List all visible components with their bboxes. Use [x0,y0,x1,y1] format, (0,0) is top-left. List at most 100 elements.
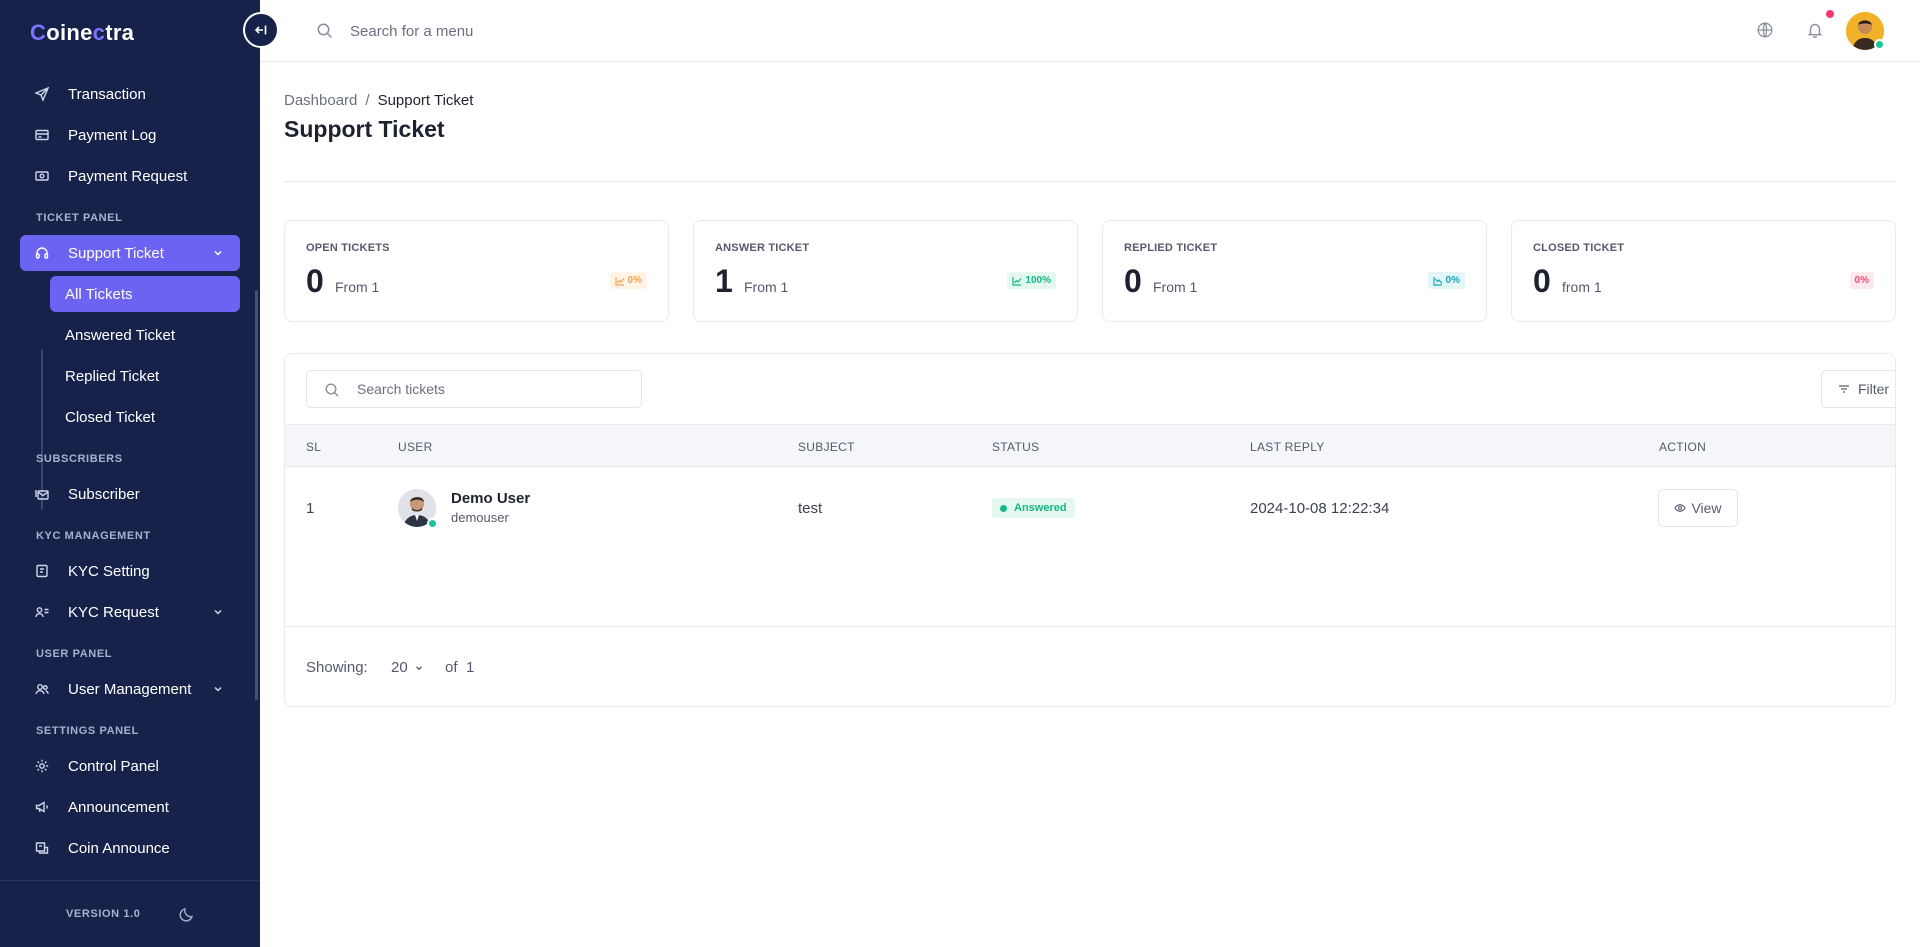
cell-subject: test [798,500,823,517]
sidebar-item-support-ticket[interactable]: Support Ticket [20,235,240,271]
sidebar-item-label: KYC Request [68,603,159,621]
mail-stack-icon [34,486,50,502]
search-icon [325,383,339,397]
topbar [260,0,1920,62]
main-content: Dashboard / Support Ticket Support Ticket … [260,62,1920,947]
sidebar-item-user-management[interactable]: User Management [20,671,240,707]
column-header-subject: SUBJECT [798,440,855,454]
ticket-search-box[interactable] [306,370,642,408]
sidebar-subitem-replied-ticket[interactable]: Replied Ticket [50,358,240,394]
online-indicator [1874,39,1885,50]
table-header: SL USER SUBJECT STATUS LAST REPLY ACTION [285,424,1895,467]
eye-icon [1674,504,1687,512]
section-label-kyc: KYC MANAGEMENT [36,530,151,542]
stat-badge: 0% [609,272,647,289]
sidebar-subitem-all-tickets[interactable]: All Tickets [50,276,240,312]
view-button[interactable]: View [1658,489,1738,527]
version-label: VERSION 1.0 [66,908,141,920]
column-header-status: STATUS [992,440,1040,454]
trend-up-icon [1012,276,1022,286]
sidebar-item-control-panel[interactable]: Control Panel [20,748,240,784]
filter-icon [1838,385,1849,393]
user-card-icon [34,604,50,620]
cell-last-reply: 2024-10-08 12:22:34 [1250,500,1390,517]
section-label-ticket: TICKET PANEL [36,212,123,224]
sidebar-item-payment-log[interactable]: Payment Log [20,117,240,153]
cell-sl: 1 [306,500,315,517]
stat-badge-value: 0% [627,275,642,286]
sidebar-item-label: KYC Setting [68,562,150,580]
column-header-action: ACTION [1659,440,1707,454]
search-icon [317,23,332,38]
user-handle: demouser [451,510,509,525]
sidebar-item-subscriber[interactable]: Subscriber [20,476,240,512]
breadcrumb-dashboard[interactable]: Dashboard [284,92,357,109]
ticket-search-input[interactable] [357,379,627,399]
divider [284,181,1896,182]
coin-announce-icon [34,840,50,856]
sidebar-subitem-answered-ticket[interactable]: Answered Ticket [50,317,240,353]
user-name[interactable]: Demo User [451,490,530,507]
sidebar-item-announcement[interactable]: Announcement [20,789,240,825]
stat-value: 1 [715,263,733,299]
globe-icon[interactable] [1756,21,1774,39]
bell-icon[interactable] [1806,21,1824,39]
sidebar-item-kyc-setting[interactable]: KYC Setting [20,553,240,589]
total-count: 1 [466,659,475,676]
gear-icon [34,758,50,774]
stat-badge-value: 0% [1445,275,1460,286]
stat-label: ANSWER TICKET [715,242,810,254]
sidebar-item-coin-announce[interactable]: Coin Announce [20,830,240,866]
status-badge: Answered [992,498,1075,518]
showing-label: Showing: [306,659,368,676]
sidebar-item-kyc-request[interactable]: KYC Request [20,594,240,630]
filter-button[interactable]: Filter [1821,370,1895,408]
per-page-value: 20 [391,659,408,676]
sidebar-item-label: Support Ticket [68,244,164,262]
column-header-sl: SL [306,440,322,454]
sidebar-item-transaction[interactable]: Transaction [20,76,240,112]
sidebar-scrollbar[interactable] [255,290,258,700]
sidebar-subitem-closed-ticket[interactable]: Closed Ticket [50,399,240,435]
stat-value: 0 [1533,263,1551,299]
stat-label: OPEN TICKETS [306,242,390,254]
users-icon [34,681,50,697]
of-label: of [445,659,458,676]
sidebar-item-label: Payment Log [68,126,157,144]
sidebar-item-label: Coin Announce [68,839,170,857]
stat-card-replied-ticket: REPLIED TICKET 0 From 1 0% [1102,220,1487,322]
online-indicator [427,518,438,529]
table-row: 1 Demo User demouser test Answered 2024- [285,467,1895,551]
sidebar-item-payment-request[interactable]: Payment Request [20,158,240,194]
sidebar-item-label: Control Panel [68,757,159,775]
moon-icon[interactable] [178,905,196,923]
stat-label: CLOSED TICKET [1533,242,1625,254]
section-label-user: USER PANEL [36,648,113,660]
sidebar-item-label: Transaction [68,85,146,103]
sidebar-collapse-button[interactable] [243,12,279,48]
stat-card-open-tickets: OPEN TICKETS 0 From 1 0% [284,220,669,322]
view-label: View [1691,500,1722,516]
chevron-down-icon [214,250,222,256]
trend-down-icon [1432,276,1443,286]
cash-icon [34,168,50,184]
stat-badge-value: 0% [1854,275,1869,286]
sidebar-item-label: Payment Request [68,167,188,185]
filter-label: Filter [1857,381,1890,397]
card-icon [34,127,50,143]
menu-search-input[interactable] [350,18,650,44]
breadcrumb: Dashboard / Support Ticket [284,92,473,109]
stat-from: from 1 [1562,279,1602,295]
notification-dot [1826,10,1834,18]
sidebar-item-label: Subscriber [68,485,140,503]
stat-badge: 0% [1849,272,1874,289]
chevron-down-icon [415,665,422,670]
table-pagination: Showing: 20 of 1 [285,626,1895,706]
status-label: Answered [1014,502,1067,514]
stat-from: From 1 [744,279,789,295]
stat-badge: 100% [1007,272,1056,289]
per-page-select[interactable]: 20 [391,659,424,676]
app-logo[interactable]: Coinectra [30,20,134,46]
page-title: Support Ticket [284,116,445,142]
column-header-last-reply: LAST REPLY [1250,440,1325,454]
